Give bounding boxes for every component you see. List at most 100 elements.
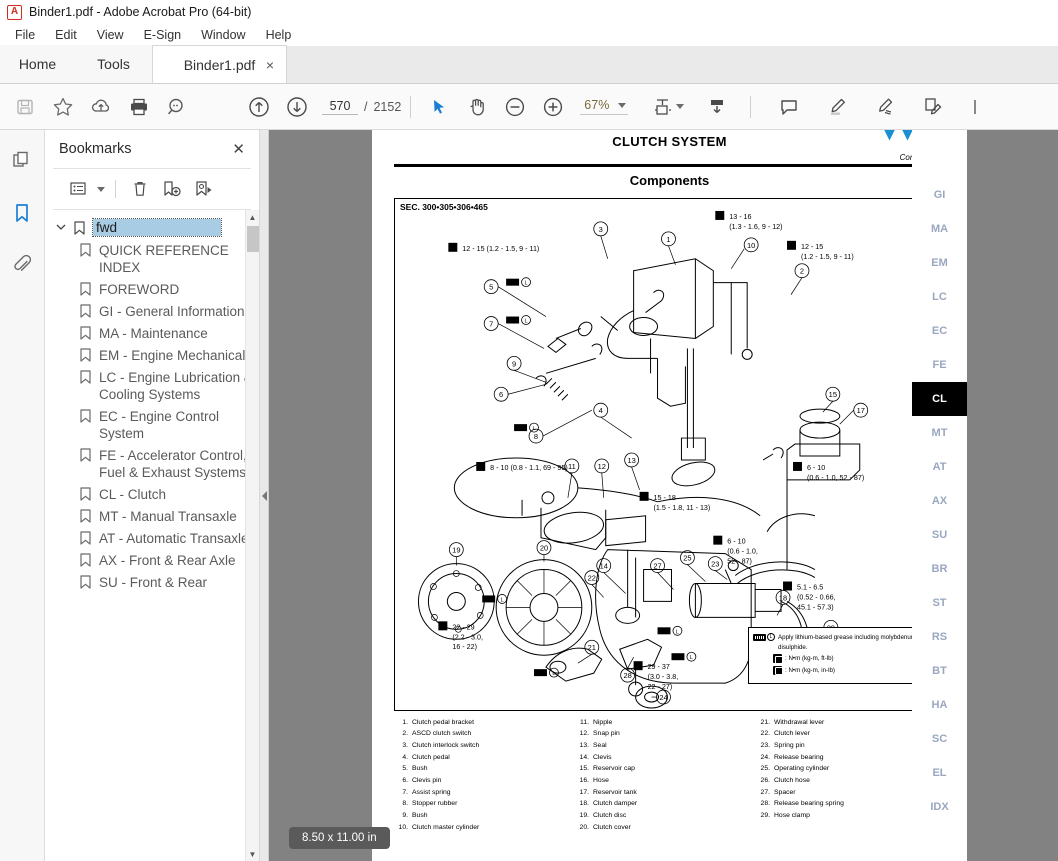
scrollbar-thumb[interactable]	[247, 226, 259, 252]
print-icon[interactable]	[120, 88, 158, 126]
menu-view[interactable]: View	[88, 26, 133, 44]
section-tab-ha[interactable]: HA	[912, 688, 967, 722]
zoom-in-icon[interactable]	[534, 88, 572, 126]
svg-text:23: 23	[711, 559, 719, 568]
page-separator: /	[364, 99, 368, 114]
bookmark-item[interactable]: MT - Manual Transaxle	[45, 505, 259, 527]
search-icon[interactable]	[158, 88, 196, 126]
section-tab-bt[interactable]: BT	[912, 654, 967, 688]
bookmark-item[interactable]: SU - Front & Rear	[45, 571, 259, 593]
menu-help[interactable]: Help	[257, 26, 301, 44]
bookmark-icon	[79, 241, 95, 258]
highlight-pen-icon[interactable]	[818, 88, 856, 126]
svg-text:5: 5	[489, 282, 493, 291]
section-tab-ma[interactable]: MA	[912, 212, 967, 246]
more-tools-icon[interactable]	[960, 88, 998, 126]
components-diagram: SEC. 300•305•306•465 3 1 10 2 5 7 9 6 4 …	[394, 197, 937, 711]
bookmark-icon	[79, 346, 95, 363]
section-tab-cl[interactable]: CL	[912, 382, 967, 416]
bookmark-options-icon[interactable]	[65, 176, 93, 202]
edit-bookmark-icon[interactable]	[190, 176, 218, 202]
page-down-icon[interactable]	[278, 88, 316, 126]
bookmarks-scrollbar[interactable]: ▲ ▼	[245, 210, 259, 861]
document-viewport[interactable]: AA CLUTCH SYSTEM Components Components N…	[269, 130, 1058, 861]
menu-edit[interactable]: Edit	[46, 26, 86, 44]
bookmark-item[interactable]: CL - Clutch	[45, 483, 259, 505]
svg-text:13: 13	[627, 455, 635, 464]
section-tab-rs[interactable]: RS	[912, 620, 967, 654]
current-page-input[interactable]	[322, 98, 358, 115]
close-icon[interactable]: ×	[266, 58, 274, 72]
fill-and-sign-icon[interactable]	[914, 88, 952, 126]
bookmark-item[interactable]: LC - Engine Lubrication & Cooling System…	[45, 366, 259, 405]
new-bookmark-icon[interactable]	[158, 176, 186, 202]
svg-text:16 - 22): 16 - 22)	[452, 643, 477, 651]
attachments-icon[interactable]	[7, 250, 37, 280]
scroll-down-icon[interactable]: ▼	[246, 847, 259, 861]
comment-icon[interactable]	[770, 88, 808, 126]
scroll-mode-icon[interactable]	[698, 88, 736, 126]
menu-file[interactable]: File	[6, 26, 44, 44]
tab-document[interactable]: Binder1.pdf ×	[152, 45, 287, 83]
panel-collapse-handle[interactable]	[260, 130, 269, 861]
save-icon[interactable]	[6, 88, 44, 126]
bookmark-item[interactable]: QUICK REFERENCE INDEX	[45, 239, 259, 278]
select-arrow-icon[interactable]	[420, 88, 458, 126]
menu-esign[interactable]: E-Sign	[135, 26, 191, 44]
section-code: NCCL0005	[372, 190, 967, 196]
section-tab-ax[interactable]: AX	[912, 484, 967, 518]
page-thumbnails-icon[interactable]	[7, 146, 37, 176]
close-icon[interactable]: ✕	[232, 142, 245, 157]
bookmark-item[interactable]: AT - Automatic Transaxle	[45, 527, 259, 549]
section-tab-idx[interactable]: IDX	[912, 790, 967, 824]
section-tab-su[interactable]: SU	[912, 518, 967, 552]
hand-tool-icon[interactable]	[458, 88, 496, 126]
section-tab-lc[interactable]: LC	[912, 280, 967, 314]
bookmark-label: EC - Engine Control System	[99, 409, 220, 441]
trash-icon[interactable]	[126, 176, 154, 202]
page-up-icon[interactable]	[240, 88, 278, 126]
fit-page-chevron-icon[interactable]	[676, 104, 685, 109]
svg-text:(0.6 - 1.0,: (0.6 - 1.0,	[727, 547, 758, 555]
bookmark-item[interactable]: FE - Accelerator Control, Fuel & Exhaust…	[45, 444, 259, 483]
section-tab-br[interactable]: BR	[912, 552, 967, 586]
svg-text:29 - 37: 29 - 37	[648, 663, 670, 671]
chevron-down-icon	[618, 102, 627, 108]
tab-home[interactable]: Home	[0, 45, 75, 83]
bookmark-icon	[79, 573, 95, 590]
section-tab-mt[interactable]: MT	[912, 416, 967, 450]
section-tab-sc[interactable]: SC	[912, 722, 967, 756]
menu-window[interactable]: Window	[192, 26, 254, 44]
arrow-down-icon[interactable]	[881, 130, 898, 141]
zoom-level-dropdown[interactable]: 67%	[580, 98, 629, 115]
scroll-up-icon[interactable]: ▲	[246, 210, 259, 224]
section-tab-gi[interactable]: GI	[912, 178, 967, 212]
star-icon[interactable]	[44, 88, 82, 126]
list-item: 26. Clutch hose	[760, 776, 810, 784]
zoom-out-icon[interactable]	[496, 88, 534, 126]
chevron-down-icon[interactable]	[97, 186, 105, 192]
bookmark-item[interactable]: GI - General Information	[45, 300, 259, 322]
bookmark-item[interactable]: AX - Front & Rear Axle	[45, 549, 259, 571]
section-tab-ec[interactable]: EC	[912, 314, 967, 348]
bookmark-label: GI - General Information	[99, 304, 245, 319]
bookmark-root-fwd[interactable]: fwd	[45, 217, 259, 239]
section-tab-st[interactable]: ST	[912, 586, 967, 620]
svg-text:L: L	[532, 426, 535, 432]
bookmark-item[interactable]: FOREWORD	[45, 278, 259, 300]
bookmark-item[interactable]: EC - Engine Control System	[45, 405, 259, 444]
bookmarks-icon[interactable]	[7, 198, 37, 228]
list-item: 5. Bush	[402, 765, 428, 773]
bookmarks-list[interactable]: fwd QUICK REFERENCE INDEX FOREWORD GI - …	[45, 210, 259, 861]
section-tab-el[interactable]: EL	[912, 756, 967, 790]
bookmark-item[interactable]: EM - Engine Mechanical	[45, 344, 259, 366]
chevron-down-icon[interactable]	[53, 219, 69, 231]
bookmark-item[interactable]: MA - Maintenance	[45, 322, 259, 344]
section-tab-at[interactable]: AT	[912, 450, 967, 484]
section-tab-fe[interactable]: FE	[912, 348, 967, 382]
upload-cloud-icon[interactable]	[82, 88, 120, 126]
tab-tools[interactable]: Tools	[75, 45, 152, 83]
draw-pen-icon[interactable]	[866, 88, 904, 126]
list-item: 6. Clevis pin	[402, 776, 442, 784]
section-tab-em[interactable]: EM	[912, 246, 967, 280]
